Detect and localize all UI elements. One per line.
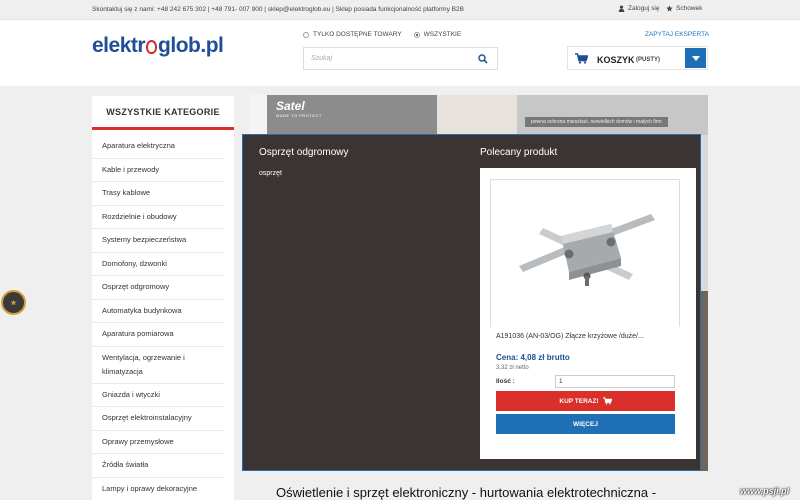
sidebar-item-lampy[interactable]: Lampy i oprawy dekoracyjne <box>92 478 224 500</box>
search-button[interactable] <box>469 48 497 69</box>
mega-menu-subitem[interactable]: osprzęt <box>259 170 282 177</box>
sidebar-item-odgromowy[interactable]: Osprzęt odgromowy <box>92 276 224 300</box>
sidebar-item-oprawy[interactable]: Oprawy przemysłowe <box>92 431 224 454</box>
buy-now-label: KUP TERAZ! <box>559 397 599 405</box>
product-net-price: 3,32 zł netto <box>496 365 529 371</box>
banner-tag: pewna ochrona mieszkań, niewielkich domó… <box>525 117 668 127</box>
category-list: Aparatura elektryczna Kable i przewody T… <box>92 135 224 500</box>
sidebar-item-trasy[interactable]: Trasy kablowe <box>92 182 224 206</box>
sidebar-item-rozdzielnie[interactable]: Rozdzielnie i obudowy <box>92 206 224 229</box>
satel-logo: Satel MADE TO PROTECT <box>276 99 322 118</box>
product-image-frame[interactable] <box>490 179 680 327</box>
bulb-icon <box>146 40 158 54</box>
contact-info: Skontaktuj się z nami: +48 242 675 302 |… <box>92 6 464 13</box>
radio-dot-selected <box>413 31 420 38</box>
logo-text-right: glob.pl <box>158 34 224 57</box>
featured-product-card: A191036 (AN-03/OG) Złącze krzyżowe /duże… <box>480 168 696 459</box>
radio-dot <box>303 31 309 38</box>
stock-filter: TYLKO DOSTĘPNE TOWARY WSZYSTKIE <box>303 31 461 38</box>
logo-text-left: elektr <box>92 34 146 57</box>
login-label: Zaloguj się <box>628 5 660 12</box>
site-logo[interactable]: elektr glob.pl <box>92 34 224 58</box>
top-bar: Skontaktuj się z nami: +48 242 675 302 |… <box>0 0 800 20</box>
sidebar-item-automatyka[interactable]: Automatyka budynkowa <box>92 300 224 323</box>
star-icon <box>666 5 673 12</box>
mega-menu-heading: Osprzęt odgromowy <box>259 147 349 158</box>
cart-label: KOSZYK <box>597 55 635 65</box>
quantity-label: Ilość : <box>496 378 515 385</box>
chevron-down-icon <box>691 55 700 61</box>
sidebar-item-pomiarowa[interactable]: Aparatura pomiarowa <box>92 323 224 347</box>
cart-dropdown-button[interactable] <box>685 48 706 68</box>
sidebar-item-elektroinstalacyjny[interactable]: Osprzęt elektroinstalacyjny <box>92 407 224 431</box>
buy-now-button[interactable]: KUP TERAZ! <box>496 391 675 411</box>
ask-expert-link[interactable]: ZAPYTAJ EKSPERTA <box>645 31 709 38</box>
product-image <box>519 214 655 286</box>
satel-brand: Satel <box>276 99 305 113</box>
category-sidebar: WSZYSTKIE KATEGORIE Aparatura elektryczn… <box>92 96 234 500</box>
radio-all[interactable]: WSZYSTKIE <box>413 31 462 38</box>
quantity-input[interactable] <box>555 375 675 388</box>
more-button[interactable]: WIĘCEJ <box>496 414 675 434</box>
favorites-label: Schowek <box>676 5 703 12</box>
header: elektr glob.pl TYLKO DOSTĘPNE TOWARY WSZY… <box>0 20 800 86</box>
sidebar-title: WSZYSTKIE KATEGORIE <box>92 96 234 130</box>
product-price: Cena: 4,08 zł brutto <box>496 353 570 362</box>
favorites-link[interactable]: Schowek <box>666 5 702 12</box>
radio-only-available[interactable]: TYLKO DOSTĘPNE TOWARY <box>303 31 402 38</box>
radio-only-available-label: TYLKO DOSTĘPNE TOWARY <box>313 31 402 38</box>
sidebar-item-systemy[interactable]: Systemy bezpieczeństwa <box>92 229 224 253</box>
featured-heading: Polecany produkt <box>480 147 558 158</box>
sidebar-item-kable[interactable]: Kable i przewody <box>92 159 224 182</box>
sidebar-item-wentylacja[interactable]: Wentylacja, ogrzewanie i klimatyzacja <box>92 347 224 384</box>
sidebar-item-zrodla[interactable]: Źródła światła <box>92 454 224 478</box>
sidebar-item-gniazda[interactable]: Gniazda i wtyczki <box>92 384 224 407</box>
banner-bg-center <box>437 95 517 135</box>
product-name[interactable]: A191036 (AN-03/OG) Złącze krzyżowe /duże… <box>496 333 644 340</box>
floating-badge-icon[interactable]: ★ <box>1 290 26 315</box>
search-icon <box>478 53 488 64</box>
search-box[interactable]: Szukaj <box>303 47 498 70</box>
banner-bg-right <box>517 95 708 135</box>
search-input[interactable]: Szukaj <box>311 55 332 62</box>
page-headline: Oświetlenie i sprzęt elektroniczny - hur… <box>276 485 657 500</box>
watermark: www.psji.pl <box>740 486 790 496</box>
user-icon <box>618 5 625 12</box>
radio-all-label: WSZYSTKIE <box>423 31 462 38</box>
sidebar-item-aparatura[interactable]: Aparatura elektryczna <box>92 135 224 159</box>
login-link[interactable]: Zaloguj się <box>618 5 659 12</box>
cart-status: (PUSTY) <box>636 57 660 63</box>
satel-tagline: MADE TO PROTECT <box>276 113 322 118</box>
cart-icon <box>575 53 588 64</box>
cart-icon <box>602 397 612 405</box>
cart-widget[interactable]: KOSZYK (PUSTY) <box>567 46 708 70</box>
sidebar-item-domofony[interactable]: Domofony, dzwonki <box>92 253 224 276</box>
